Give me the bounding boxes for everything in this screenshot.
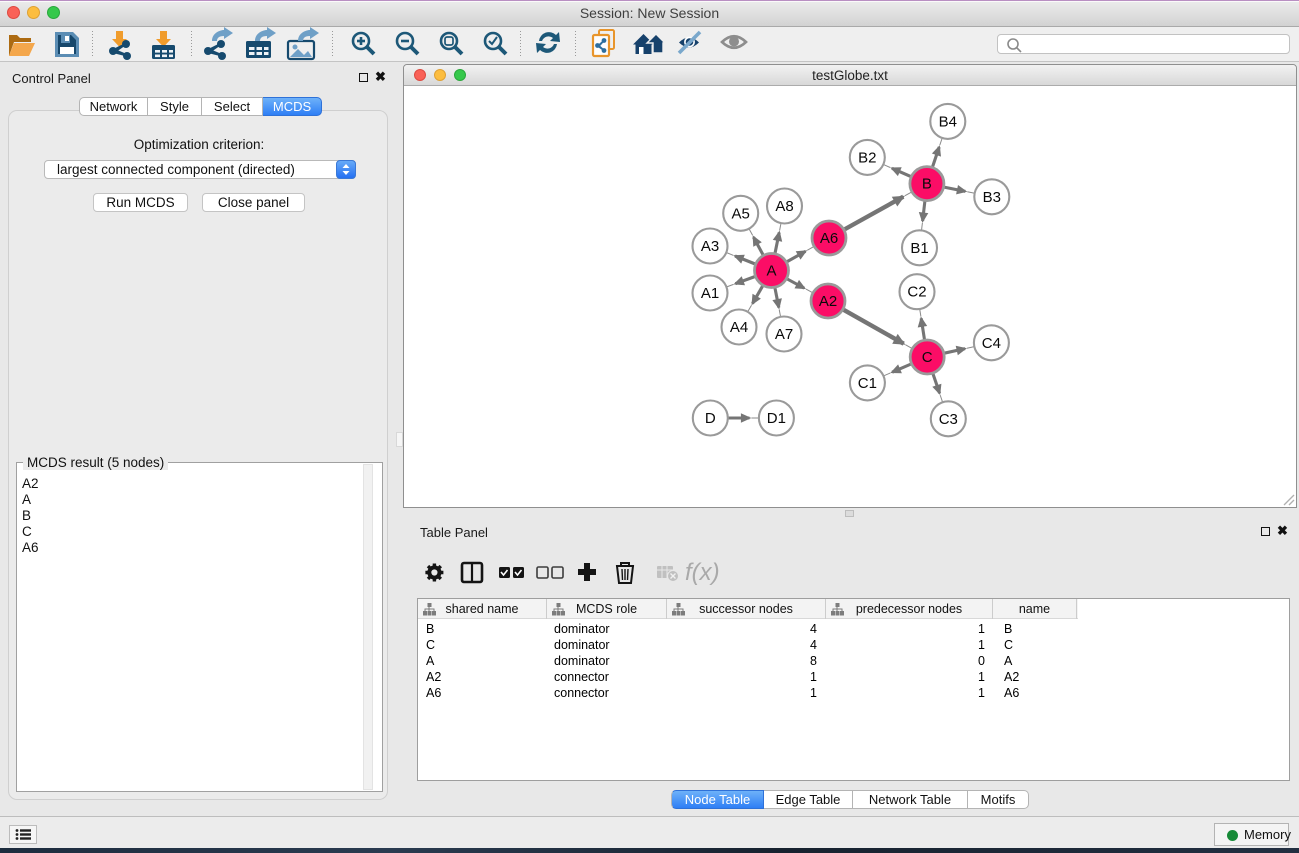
svg-text:A4: A4 bbox=[730, 319, 748, 336]
svg-text:f(x): f(x) bbox=[685, 559, 720, 586]
svg-text:A1: A1 bbox=[701, 285, 719, 302]
svg-text:C2: C2 bbox=[907, 284, 926, 301]
svg-text:C4: C4 bbox=[982, 335, 1001, 352]
svg-text:B2: B2 bbox=[858, 149, 876, 166]
svg-text:B1: B1 bbox=[910, 240, 928, 257]
svg-text:C3: C3 bbox=[939, 411, 958, 428]
svg-text:C: C bbox=[922, 349, 933, 366]
svg-text:D1: D1 bbox=[767, 410, 786, 427]
svg-text:A3: A3 bbox=[701, 238, 719, 255]
svg-text:A8: A8 bbox=[775, 198, 793, 215]
svg-text:C1: C1 bbox=[858, 375, 877, 392]
svg-text:A5: A5 bbox=[732, 205, 750, 222]
svg-text:A2: A2 bbox=[819, 293, 837, 310]
svg-text:A: A bbox=[766, 263, 776, 280]
svg-text:B4: B4 bbox=[939, 113, 957, 130]
svg-text:A6: A6 bbox=[820, 230, 838, 247]
svg-text:B: B bbox=[922, 176, 932, 193]
svg-text:A7: A7 bbox=[775, 326, 793, 343]
svg-text:B3: B3 bbox=[983, 189, 1001, 206]
svg-text:D: D bbox=[705, 410, 716, 427]
